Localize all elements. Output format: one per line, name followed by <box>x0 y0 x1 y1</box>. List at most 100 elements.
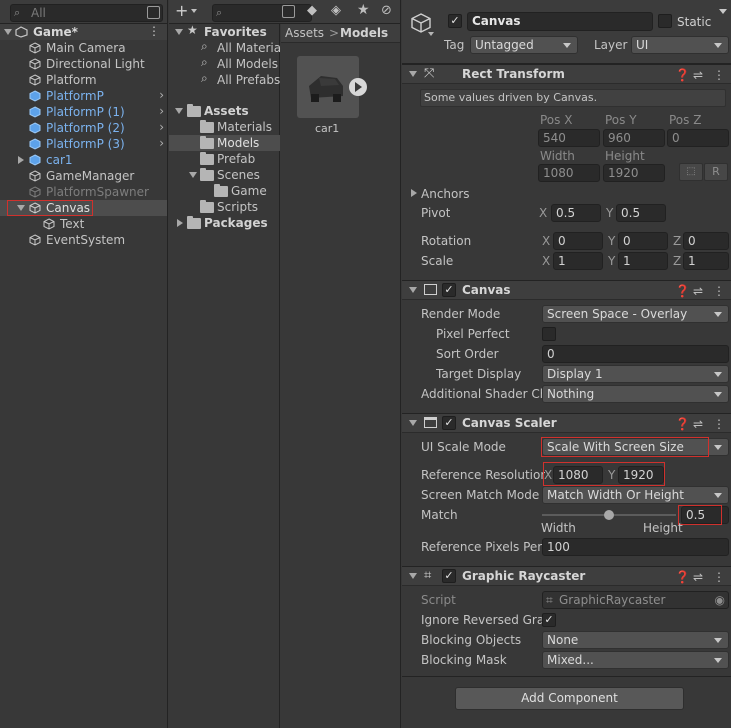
chevron-right-icon[interactable]: › <box>159 88 164 102</box>
tree-item[interactable]: Prefab <box>169 151 280 167</box>
width-field[interactable]: 1080 <box>538 164 600 182</box>
canvas-scaler-enabled-checkbox[interactable]: ✓ <box>442 416 456 430</box>
help-icon[interactable]: ❓ <box>675 68 690 82</box>
anchors-label[interactable]: Anchors <box>421 186 470 202</box>
add-component-button[interactable]: Add Component <box>455 687 684 710</box>
sort-order-field[interactable]: 0 <box>542 345 729 363</box>
kebab-menu-icon[interactable]: ⋮ <box>713 417 725 431</box>
presets-icon[interactable]: ⇌ <box>693 68 703 82</box>
tree-item[interactable]: Game <box>169 183 280 199</box>
hierarchy-search-input[interactable]: ⌕ All <box>10 4 163 22</box>
help-icon[interactable]: ❓ <box>675 417 690 431</box>
raw-edit-button[interactable]: R <box>704 163 728 181</box>
expand-arrow-icon[interactable] <box>409 420 417 426</box>
expand-arrow-icon[interactable] <box>18 156 24 164</box>
list-item[interactable]: GameManager <box>0 168 167 184</box>
tree-item[interactable]: ⌕ All Prefabs <box>169 71 280 88</box>
search-options-icon[interactable] <box>282 5 295 18</box>
icon-dropdown-icon[interactable] <box>428 32 434 36</box>
list-item[interactable]: PlatformP (2) › <box>0 120 167 136</box>
expand-arrow-icon[interactable] <box>17 205 25 211</box>
layer-dropdown[interactable]: UI <box>631 36 729 54</box>
rotation-x-field[interactable]: 0 <box>553 232 603 250</box>
hidden-packages-icon[interactable]: ⊘ <box>381 3 392 18</box>
filter-by-type-icon[interactable]: ◆ <box>307 3 317 18</box>
add-button[interactable]: + <box>175 2 188 20</box>
blocking-objects-dropdown[interactable]: None <box>542 631 729 649</box>
tree-item-packages[interactable]: Packages <box>169 215 280 231</box>
tree-item-models[interactable]: Models <box>169 135 280 151</box>
list-item[interactable]: Directional Light <box>0 56 167 72</box>
blocking-mask-dropdown[interactable]: Mixed... <box>542 651 729 669</box>
blueprint-mode-button[interactable]: ⬚ <box>679 163 703 181</box>
pos-z-field[interactable]: 0 <box>667 129 729 147</box>
tree-item-assets[interactable]: Assets <box>169 103 280 119</box>
asset-name[interactable]: car1 <box>315 121 339 137</box>
expand-arrow-icon[interactable] <box>175 29 183 35</box>
breadcrumb-models[interactable]: Models <box>340 25 388 41</box>
static-dropdown-icon[interactable] <box>719 9 727 14</box>
scale-z-field[interactable]: 1 <box>683 252 729 270</box>
canvas-enabled-checkbox[interactable]: ✓ <box>442 283 456 297</box>
graphic-raycaster-header[interactable]: ⌗ ✓ Graphic Raycaster ❓ ⇌ ⋮ <box>402 566 731 586</box>
pivot-y-field[interactable]: 0.5 <box>616 204 666 222</box>
expand-arrow-icon[interactable] <box>409 71 417 77</box>
pos-x-field[interactable]: 540 <box>538 129 600 147</box>
search-options-icon[interactable] <box>147 6 160 19</box>
play-preview-icon[interactable] <box>349 78 367 96</box>
kebab-menu-icon[interactable]: ⋮ <box>148 24 160 38</box>
tree-item-favorites[interactable]: ★ Favorites <box>169 23 280 40</box>
list-item[interactable]: Text <box>0 216 167 232</box>
active-checkbox[interactable]: ✓ <box>448 14 462 28</box>
kebab-menu-icon[interactable]: ⋮ <box>713 284 725 298</box>
list-item[interactable]: car1 <box>0 152 167 168</box>
tree-item[interactable]: Scenes <box>169 167 280 183</box>
pos-y-field[interactable]: 960 <box>603 129 665 147</box>
tag-dropdown[interactable]: Untagged <box>470 36 578 54</box>
anchors-expand-icon[interactable] <box>411 189 417 197</box>
kebab-menu-icon[interactable]: ⋮ <box>713 570 725 584</box>
object-name-field[interactable]: Canvas <box>467 12 653 31</box>
favorite-star-icon[interactable]: ★ <box>357 2 370 18</box>
rect-transform-header[interactable]: ⤧ Rect Transform ❓ ⇌ ⋮ <box>402 64 731 84</box>
script-field[interactable]: ⌗ GraphicRaycaster ◉ <box>542 591 729 609</box>
expand-arrow-icon[interactable] <box>409 573 417 579</box>
height-field[interactable]: 1920 <box>603 164 665 182</box>
render-mode-dropdown[interactable]: Screen Space - Overlay <box>542 305 729 323</box>
canvas-component-header[interactable]: ✓ Canvas ❓ ⇌ ⋮ <box>402 280 731 300</box>
scale-x-field[interactable]: 1 <box>553 252 603 270</box>
object-picker-icon[interactable]: ◉ <box>715 592 725 608</box>
list-item-canvas[interactable]: Canvas <box>0 200 167 216</box>
help-icon[interactable]: ❓ <box>675 570 690 584</box>
asset-thumbnail[interactable] <box>297 56 367 118</box>
screen-match-mode-dropdown[interactable]: Match Width Or Height <box>542 486 729 504</box>
project-search-input[interactable]: ⌕ <box>212 4 312 22</box>
expand-arrow-icon[interactable] <box>4 29 12 35</box>
scene-row[interactable]: Game* ⋮ <box>0 24 167 40</box>
chevron-right-icon[interactable]: › <box>159 120 164 134</box>
chevron-right-icon[interactable]: › <box>159 104 164 118</box>
help-icon[interactable]: ❓ <box>675 284 690 298</box>
match-slider-handle[interactable] <box>604 510 614 520</box>
list-item[interactable]: Main Camera <box>0 40 167 56</box>
filter-by-label-icon[interactable]: ◈ <box>331 3 341 18</box>
presets-icon[interactable]: ⇌ <box>693 417 703 431</box>
list-item[interactable]: PlatformP (1) › <box>0 104 167 120</box>
tree-item[interactable]: ⌕ All Models <box>169 55 280 72</box>
expand-arrow-icon[interactable] <box>175 108 183 114</box>
kebab-menu-icon[interactable]: ⋮ <box>713 68 725 82</box>
scale-y-field[interactable]: 1 <box>618 252 668 270</box>
add-dropdown-icon[interactable] <box>191 9 197 13</box>
shader-channels-dropdown[interactable]: Nothing <box>542 385 729 403</box>
target-display-dropdown[interactable]: Display 1 <box>542 365 729 383</box>
list-item[interactable]: Platform <box>0 72 167 88</box>
expand-arrow-icon[interactable] <box>177 219 183 227</box>
breadcrumb-assets[interactable]: Assets <box>285 25 324 41</box>
static-checkbox[interactable] <box>658 14 672 28</box>
list-item[interactable]: PlatformP › <box>0 88 167 104</box>
tree-item[interactable]: ⌕ All Materia <box>169 39 281 56</box>
tree-item[interactable]: Materials <box>169 119 280 135</box>
list-item[interactable]: EventSystem <box>0 232 167 248</box>
tree-item[interactable]: Scripts <box>169 199 280 215</box>
expand-arrow-icon[interactable] <box>189 172 197 178</box>
